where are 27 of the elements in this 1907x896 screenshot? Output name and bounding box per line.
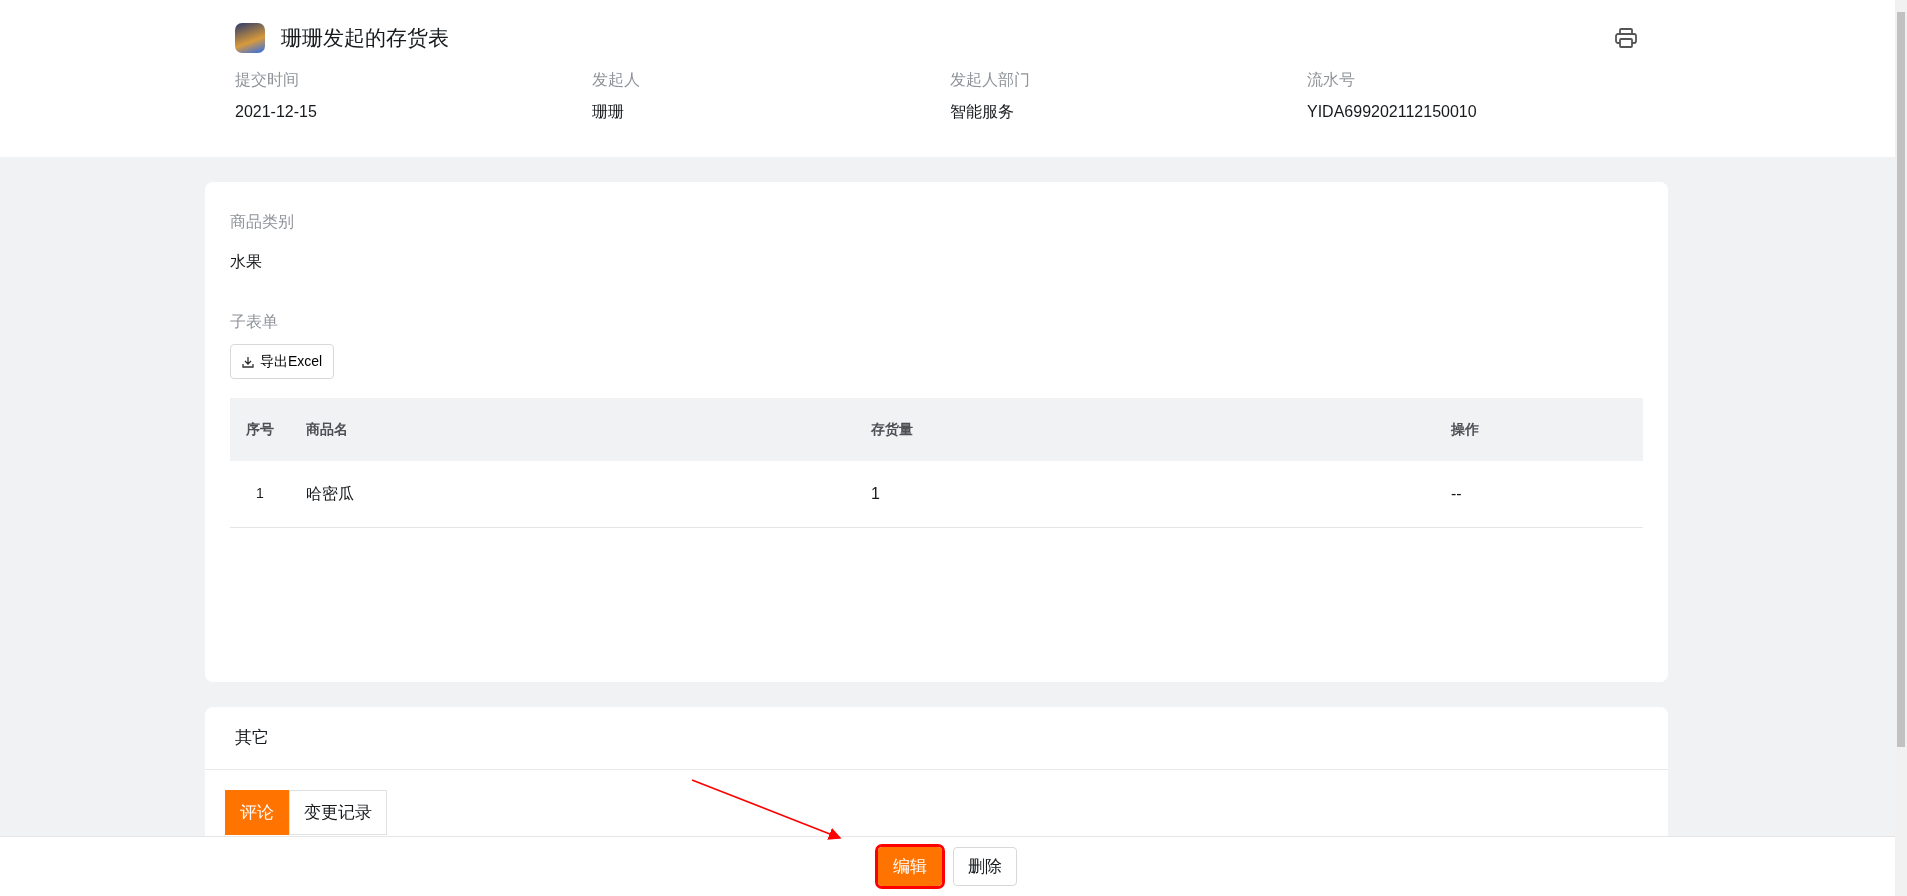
meta-value: 智能服务 xyxy=(950,101,1015,122)
column-header: 序号 xyxy=(230,398,290,461)
table-cell: 哈密瓜 xyxy=(290,461,870,527)
meta-label: 流水号 xyxy=(1307,69,1356,90)
table-cell: 1 xyxy=(230,461,290,527)
column-header: 商品名 xyxy=(290,398,870,461)
meta-value: 珊珊 xyxy=(592,101,625,122)
field-label: 子表单 xyxy=(230,312,279,332)
app-logo-icon xyxy=(235,22,265,53)
meta-label: 提交时间 xyxy=(235,69,300,90)
column-header: 操作 xyxy=(1450,398,1643,461)
meta-value: YIDA699202112150010 xyxy=(1307,101,1478,122)
meta-value: 2021-12-15 xyxy=(235,101,318,122)
meta-label: 发起人 xyxy=(592,69,641,90)
field-value: 水果 xyxy=(230,252,263,272)
download-icon xyxy=(242,355,254,368)
column-header: 存货量 xyxy=(870,398,1450,461)
table-cell: 1 xyxy=(870,461,1450,527)
print-icon[interactable] xyxy=(1615,27,1637,48)
meta-label: 发起人部门 xyxy=(950,69,1031,90)
export-excel-button[interactable]: 导出Excel xyxy=(230,344,335,379)
section-title: 其它 xyxy=(235,728,269,747)
table-cell: -- xyxy=(1450,461,1643,527)
delete-button[interactable]: 删除 xyxy=(953,846,1017,887)
field-label: 商品类别 xyxy=(230,212,295,232)
page-title: 珊珊发起的存货表 xyxy=(281,25,449,51)
tab[interactable]: 变更记录 xyxy=(289,789,387,835)
